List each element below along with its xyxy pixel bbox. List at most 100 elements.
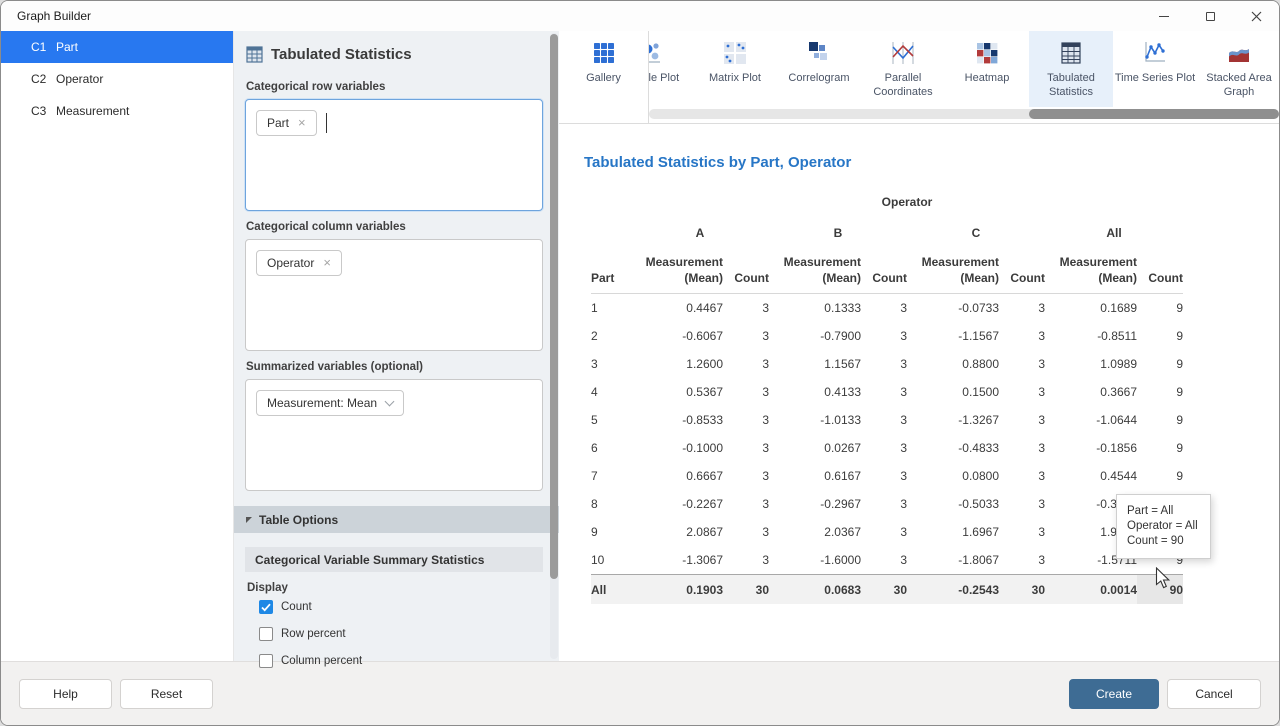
summarized-variables-field[interactable]: Measurement: Mean bbox=[245, 379, 543, 491]
value-cell[interactable]: 1.6967 bbox=[907, 518, 999, 546]
reset-button[interactable]: Reset bbox=[120, 679, 213, 709]
all-row-value-cell[interactable]: -0.2543 bbox=[907, 574, 999, 604]
value-cell[interactable]: 9 bbox=[1137, 294, 1183, 322]
value-cell[interactable]: 1.1567 bbox=[769, 350, 861, 378]
value-cell[interactable]: 3 bbox=[861, 406, 907, 434]
value-cell[interactable]: 3 bbox=[861, 322, 907, 350]
row-label-cell[interactable]: 4 bbox=[591, 378, 631, 406]
variable-chip-part[interactable]: Part × bbox=[256, 110, 317, 136]
gallery-hscrollbar[interactable] bbox=[649, 109, 1279, 119]
gallery-hscrollbar-thumb[interactable] bbox=[1029, 109, 1279, 119]
value-cell[interactable]: 0.4467 bbox=[631, 294, 723, 322]
help-button[interactable]: Help bbox=[19, 679, 112, 709]
sidebar-item-part[interactable]: C1Part bbox=[1, 31, 233, 63]
value-cell[interactable]: -1.0644 bbox=[1045, 406, 1137, 434]
value-cell[interactable]: 3 bbox=[723, 378, 769, 406]
value-cell[interactable]: 3 bbox=[723, 434, 769, 462]
gallery-item-bubble-plot[interactable]: Bubble Plot bbox=[649, 31, 693, 107]
remove-chip-icon[interactable]: × bbox=[298, 118, 306, 128]
value-cell[interactable]: -0.8511 bbox=[1045, 322, 1137, 350]
row-variables-field[interactable]: Part × bbox=[245, 99, 543, 211]
row-label-cell[interactable]: 6 bbox=[591, 434, 631, 462]
value-cell[interactable]: 3 bbox=[723, 518, 769, 546]
table-options-header[interactable]: Table Options bbox=[234, 506, 559, 533]
value-cell[interactable]: 3 bbox=[723, 322, 769, 350]
value-cell[interactable]: -0.1856 bbox=[1045, 434, 1137, 462]
value-cell[interactable]: 0.6667 bbox=[631, 462, 723, 490]
value-cell[interactable]: 0.8800 bbox=[907, 350, 999, 378]
value-cell[interactable]: 3 bbox=[999, 434, 1045, 462]
value-cell[interactable]: 3 bbox=[999, 322, 1045, 350]
gallery-item-heatmap[interactable]: Heatmap bbox=[945, 31, 1029, 107]
sidebar-item-measurement[interactable]: C3Measurement bbox=[1, 95, 233, 127]
checkbox[interactable] bbox=[259, 600, 273, 614]
gallery-item-time-series-plot[interactable]: Time Series Plot bbox=[1113, 31, 1197, 107]
chevron-down-icon[interactable] bbox=[385, 396, 395, 406]
value-cell[interactable]: -1.8067 bbox=[907, 546, 999, 574]
value-cell[interactable]: -0.2967 bbox=[769, 490, 861, 518]
value-cell[interactable]: 0.0800 bbox=[907, 462, 999, 490]
all-row-label-cell[interactable]: All bbox=[591, 574, 631, 604]
variable-chip-measurement-mean[interactable]: Measurement: Mean bbox=[256, 390, 404, 416]
value-cell[interactable]: -1.3067 bbox=[631, 546, 723, 574]
gallery-item-matrix-plot[interactable]: Matrix Plot bbox=[693, 31, 777, 107]
value-cell[interactable]: -0.1000 bbox=[631, 434, 723, 462]
value-cell[interactable]: -1.1567 bbox=[907, 322, 999, 350]
value-cell[interactable]: 3 bbox=[861, 378, 907, 406]
value-cell[interactable]: 3 bbox=[999, 406, 1045, 434]
value-cell[interactable]: -0.5033 bbox=[907, 490, 999, 518]
value-cell[interactable]: 1.2600 bbox=[631, 350, 723, 378]
value-cell[interactable]: 3 bbox=[999, 546, 1045, 574]
value-cell[interactable]: 3 bbox=[723, 350, 769, 378]
gallery-item-stacked-area-graph[interactable]: Stacked Area Graph bbox=[1197, 31, 1279, 107]
value-cell[interactable]: 2.0867 bbox=[631, 518, 723, 546]
value-cell[interactable]: 3 bbox=[861, 462, 907, 490]
checkbox[interactable] bbox=[259, 627, 273, 641]
value-cell[interactable]: 3 bbox=[861, 518, 907, 546]
value-cell[interactable]: 3 bbox=[861, 490, 907, 518]
all-row-value-cell[interactable]: 0.1903 bbox=[631, 574, 723, 604]
value-cell[interactable]: 0.0267 bbox=[769, 434, 861, 462]
value-cell[interactable]: 0.1333 bbox=[769, 294, 861, 322]
value-cell[interactable]: -1.0133 bbox=[769, 406, 861, 434]
value-cell[interactable]: 9 bbox=[1137, 434, 1183, 462]
value-cell[interactable]: 3 bbox=[999, 378, 1045, 406]
maximize-button[interactable] bbox=[1187, 1, 1233, 31]
checkbox-row-count[interactable]: Count bbox=[259, 600, 559, 614]
row-label-cell[interactable]: 9 bbox=[591, 518, 631, 546]
row-label-cell[interactable]: 3 bbox=[591, 350, 631, 378]
value-cell[interactable]: 9 bbox=[1137, 462, 1183, 490]
value-cell[interactable]: 0.4133 bbox=[769, 378, 861, 406]
gallery-item-tabulated-statistics[interactable]: Tabulated Statistics bbox=[1029, 31, 1113, 107]
value-cell[interactable]: -0.6067 bbox=[631, 322, 723, 350]
value-cell[interactable]: 3 bbox=[999, 350, 1045, 378]
checkbox-row-column-percent[interactable]: Column percent bbox=[259, 654, 559, 668]
remove-chip-icon[interactable]: × bbox=[323, 258, 331, 268]
all-row-value-cell[interactable]: 30 bbox=[723, 574, 769, 604]
row-label-cell[interactable]: 8 bbox=[591, 490, 631, 518]
minimize-button[interactable] bbox=[1141, 1, 1187, 31]
value-cell[interactable]: 9 bbox=[1137, 406, 1183, 434]
row-label-cell[interactable]: 1 bbox=[591, 294, 631, 322]
gallery-item-parallel-coordinates[interactable]: Parallel Coordinates bbox=[861, 31, 945, 107]
variable-chip-operator[interactable]: Operator × bbox=[256, 250, 342, 276]
cancel-button[interactable]: Cancel bbox=[1167, 679, 1261, 709]
value-cell[interactable]: 0.3667 bbox=[1045, 378, 1137, 406]
create-button[interactable]: Create bbox=[1069, 679, 1159, 709]
column-variables-field[interactable]: Operator × bbox=[245, 239, 543, 351]
value-cell[interactable]: 9 bbox=[1137, 350, 1183, 378]
row-label-cell[interactable]: 7 bbox=[591, 462, 631, 490]
value-cell[interactable]: -1.6000 bbox=[769, 546, 861, 574]
value-cell[interactable]: 3 bbox=[999, 518, 1045, 546]
all-row-value-cell[interactable]: 0.0683 bbox=[769, 574, 861, 604]
panel-scrollbar[interactable] bbox=[550, 33, 558, 659]
value-cell[interactable]: 9 bbox=[1137, 322, 1183, 350]
panel-scrollbar-thumb[interactable] bbox=[550, 34, 558, 579]
gallery-item-gallery[interactable]: Gallery bbox=[559, 31, 649, 123]
value-cell[interactable]: 0.5367 bbox=[631, 378, 723, 406]
sidebar-item-operator[interactable]: C2Operator bbox=[1, 63, 233, 95]
value-cell[interactable]: 3 bbox=[861, 546, 907, 574]
value-cell[interactable]: 3 bbox=[999, 462, 1045, 490]
row-label-cell[interactable]: 10 bbox=[591, 546, 631, 574]
row-label-cell[interactable]: 2 bbox=[591, 322, 631, 350]
